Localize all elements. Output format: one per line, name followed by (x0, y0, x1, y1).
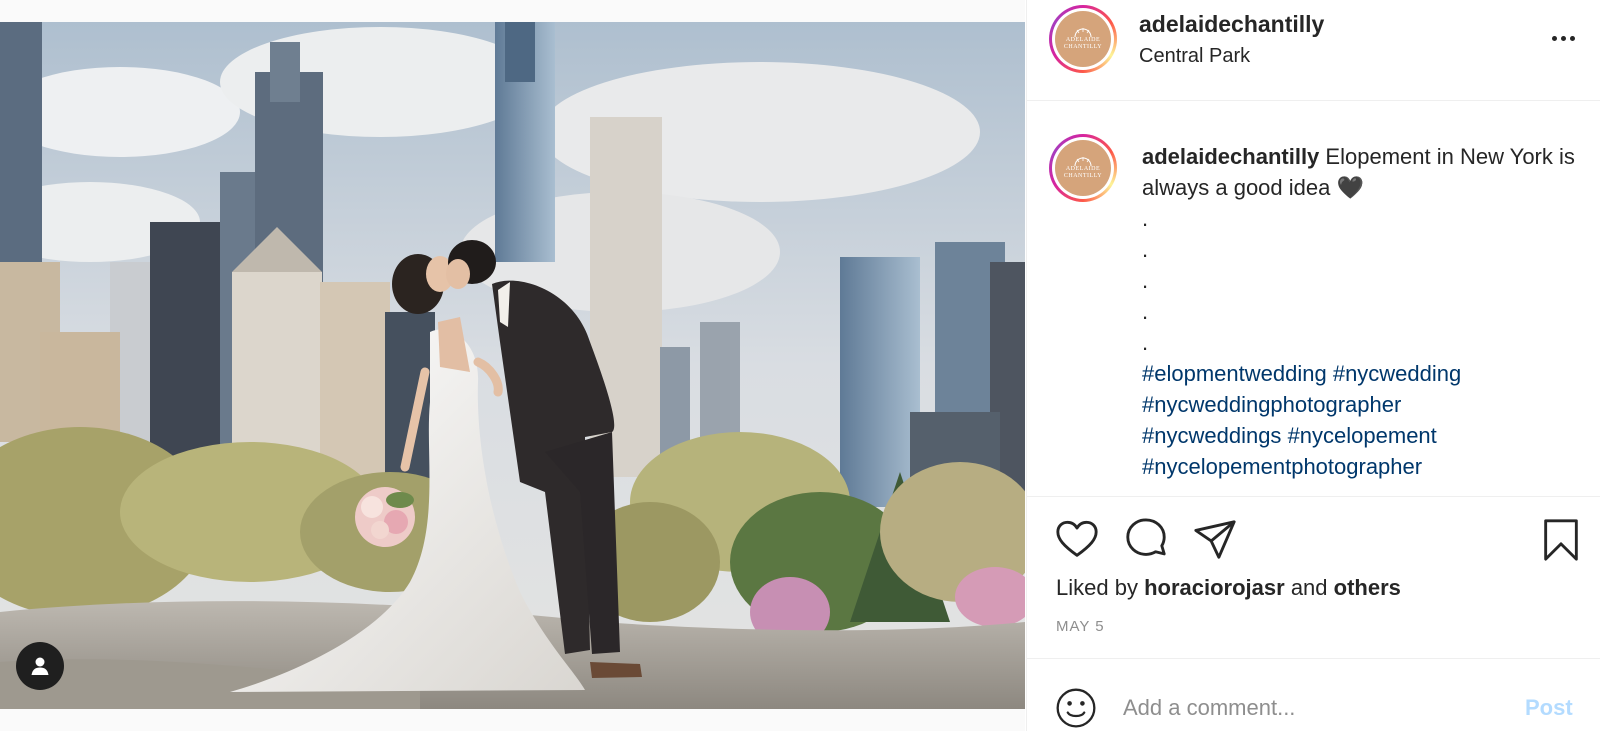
more-horizontal-icon-dot (1569, 35, 1575, 41)
sunburst-logo-icon (1074, 27, 1092, 37)
caption-dot: . (1142, 268, 1149, 293)
caption-avatar[interactable]: ADELAIDE CHANTILLY (1049, 134, 1117, 202)
liked-by-others-link[interactable]: others (1334, 575, 1401, 600)
wedding-photo-illustration (0, 22, 1025, 709)
bookmark-icon[interactable] (1538, 517, 1584, 563)
hashtag-link[interactable]: #nycweddings (1142, 423, 1281, 448)
header-location[interactable]: Central Park (1139, 45, 1250, 68)
avatar-logo-line-2: CHANTILLY (1063, 172, 1103, 179)
hashtag-line: #nycweddings #nycelopement (1142, 420, 1582, 451)
caption-body: adelaidechantilly Elopement in New York … (1142, 141, 1582, 203)
hashtag-line: #elopmentwedding #nycwedding (1142, 358, 1582, 389)
user-tag-icon (31, 657, 49, 675)
smiley-icon[interactable] (1054, 686, 1098, 730)
caption-dot: . (1142, 299, 1149, 324)
avatar-logo-line-1: ADELAIDE (1065, 165, 1101, 172)
caption-text: adelaidechantilly Elopement in New York … (1142, 141, 1582, 482)
caption-username[interactable]: adelaidechantilly (1142, 144, 1319, 169)
hashtag-link[interactable]: #nycelopementphotographer (1142, 454, 1422, 479)
hashtag-link[interactable]: #nycwedding (1333, 361, 1461, 386)
more-horizontal-icon (1551, 35, 1557, 41)
caption-area: ADELAIDE CHANTILLY adelaidechantilly Elo… (1027, 101, 1600, 496)
sunburst-logo-icon (1074, 156, 1092, 166)
caption-dot: . (1142, 206, 1149, 231)
photo-panel (0, 0, 1025, 731)
caption-dot: . (1142, 237, 1149, 262)
avatar[interactable]: ADELAIDE CHANTILLY (1049, 5, 1117, 73)
caption-dot: . (1142, 330, 1149, 355)
more-horizontal-icon-dot (1560, 35, 1566, 41)
post-actions: Liked by horaciorojasr and others MAY 5 (1027, 496, 1600, 658)
post-header: ADELAIDE CHANTILLY adelaidechantilly Cen… (1027, 0, 1600, 101)
post-comment-button[interactable]: Post (1525, 695, 1573, 721)
heart-icon[interactable] (1054, 517, 1100, 563)
more-options-button[interactable] (1546, 26, 1580, 50)
header-username[interactable]: adelaidechantilly (1139, 11, 1324, 38)
tagged-users-button[interactable] (16, 642, 64, 690)
liked-by-user-link[interactable]: horaciorojasr (1144, 575, 1285, 600)
post-panel: ADELAIDE CHANTILLY adelaidechantilly Cen… (1026, 0, 1600, 731)
avatar-ring: ADELAIDE CHANTILLY (1052, 8, 1114, 70)
avatar-ring: ADELAIDE CHANTILLY (1052, 137, 1114, 199)
comment-input[interactable] (1123, 693, 1493, 723)
hashtag-line: #nycweddingphotographer (1142, 389, 1582, 420)
likes-prefix: Liked by (1056, 575, 1138, 600)
hashtag-line: #nycelopementphotographer (1142, 451, 1582, 482)
hashtag-link[interactable]: #nycelopement (1288, 423, 1437, 448)
post-photo[interactable] (0, 22, 1025, 709)
likes-summary: Liked by horaciorojasr and others (1056, 575, 1401, 601)
avatar-logo-line-2: CHANTILLY (1063, 43, 1103, 50)
avatar-logo: ADELAIDE CHANTILLY (1055, 140, 1111, 196)
hashtag-list: #elopmentwedding #nycwedding #nycwedding… (1142, 358, 1582, 482)
post-date[interactable]: MAY 5 (1056, 618, 1105, 635)
hashtag-link[interactable]: #nycweddingphotographer (1142, 392, 1401, 417)
avatar-logo-line-1: ADELAIDE (1065, 36, 1101, 43)
hashtag-link[interactable]: #elopmentwedding (1142, 361, 1327, 386)
paper-plane-icon[interactable] (1192, 517, 1238, 563)
likes-joiner: and (1290, 575, 1328, 600)
speech-bubble-icon[interactable] (1123, 517, 1169, 563)
comment-bar: Post (1027, 658, 1600, 731)
avatar-logo: ADELAIDE CHANTILLY (1055, 11, 1111, 67)
